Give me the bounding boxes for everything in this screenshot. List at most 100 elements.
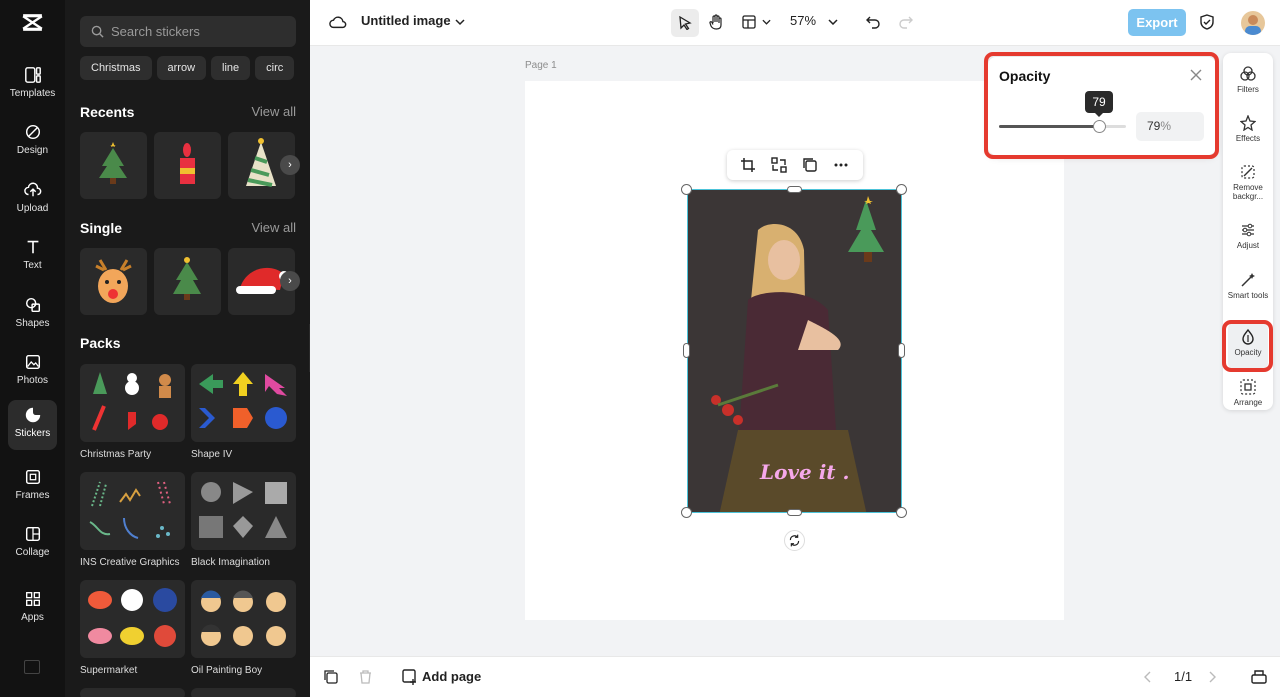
rail-item-stickers[interactable]: Stickers: [8, 400, 57, 450]
sticker-candle[interactable]: [154, 132, 221, 199]
search-icon: [91, 25, 104, 38]
keyboard-icon[interactable]: [24, 660, 40, 674]
pack-more[interactable]: [80, 688, 185, 697]
filters-icon: [1240, 66, 1256, 81]
resize-handle[interactable]: [787, 509, 802, 516]
hand-tool-icon[interactable]: [709, 14, 724, 30]
rail-item-collage[interactable]: Collage: [8, 519, 57, 569]
highlight-opacity-panel: [984, 52, 1219, 159]
pack-ins-creative-graphics[interactable]: [80, 472, 185, 550]
smart-tools-icon: [1241, 273, 1255, 287]
resize-handle[interactable]: [681, 184, 692, 195]
pack-label: INS Creative Graphics: [80, 557, 180, 568]
layers-icon[interactable]: [1251, 669, 1267, 684]
pack-christmas-party[interactable]: [80, 364, 185, 442]
resize-handle[interactable]: [896, 507, 907, 518]
more-options-icon[interactable]: [833, 157, 849, 173]
capcut-logo-icon[interactable]: [20, 10, 45, 35]
remove-background-icon: [1241, 165, 1255, 179]
pack-supermarket[interactable]: [80, 580, 185, 658]
pack-more[interactable]: [191, 688, 296, 697]
shield-icon[interactable]: [1200, 14, 1214, 30]
add-page-icon[interactable]: [402, 669, 418, 685]
rp-label: Smart tools: [1227, 291, 1269, 300]
pointer-icon: [679, 16, 692, 30]
rail-item-photos[interactable]: Photos: [8, 347, 57, 397]
upload-icon: [23, 182, 41, 197]
chevron-right-icon[interactable]: [1208, 671, 1216, 683]
selection-box[interactable]: [687, 189, 902, 513]
arrange-icon: [1240, 379, 1256, 395]
recents-next-button[interactable]: ›: [280, 155, 300, 175]
adjust-icon: [1242, 223, 1254, 237]
export-button[interactable]: Export: [1128, 9, 1186, 36]
rail-label: Apps: [21, 612, 44, 623]
avatar[interactable]: [1241, 11, 1265, 35]
add-page-button[interactable]: Add page: [422, 669, 481, 684]
resize-handle[interactable]: [896, 184, 907, 195]
rail-item-upload[interactable]: Upload: [8, 175, 57, 225]
document-title[interactable]: Untitled image: [361, 13, 451, 28]
single-view-all[interactable]: View all: [251, 220, 296, 235]
select-tool-button[interactable]: [671, 9, 699, 37]
chip-arrow[interactable]: arrow: [156, 56, 207, 80]
rp-arrange[interactable]: Arrange: [1223, 379, 1273, 407]
rp-adjust[interactable]: Adjust: [1223, 222, 1273, 250]
sticker-christmas-tree[interactable]: [80, 132, 147, 199]
chevron-down-icon[interactable]: [455, 18, 465, 26]
design-icon: [25, 124, 40, 140]
replace-icon[interactable]: [771, 157, 787, 173]
recents-view-all[interactable]: View all: [251, 104, 296, 119]
rail-label: Upload: [16, 203, 49, 214]
single-next-button[interactable]: ›: [280, 271, 300, 291]
rail-label: Photos: [16, 375, 49, 386]
pack-label: Christmas Party: [80, 449, 152, 460]
chevron-down-icon[interactable]: [828, 19, 838, 25]
pack-black-imagination[interactable]: [191, 472, 296, 550]
rail-label: Stickers: [14, 428, 51, 439]
rail-label: Shapes: [15, 318, 50, 329]
rp-filters[interactable]: Filters: [1223, 66, 1273, 94]
resize-handle[interactable]: [787, 186, 802, 193]
effects-icon: [1240, 115, 1256, 131]
tag-chips: Christmas arrow line circ: [80, 56, 310, 80]
rail-item-design[interactable]: Design: [8, 117, 57, 167]
chevron-down-icon[interactable]: [762, 19, 771, 25]
rail-label: Design: [16, 145, 49, 156]
sticker-small-tree[interactable]: [154, 248, 221, 315]
photos-icon: [25, 354, 40, 370]
cloud-icon[interactable]: [329, 14, 347, 30]
rp-remove-background[interactable]: Remove backgr...: [1223, 164, 1273, 201]
pack-oil-painting-boy[interactable]: [191, 580, 296, 658]
text-icon: [27, 240, 38, 254]
undo-icon[interactable]: [866, 15, 880, 29]
rail-item-templates[interactable]: Templates: [8, 60, 57, 110]
resize-handle[interactable]: [898, 343, 905, 358]
rail-item-text[interactable]: Text: [8, 232, 57, 282]
resize-handle[interactable]: [683, 343, 690, 358]
rp-effects[interactable]: Effects: [1223, 115, 1273, 143]
chip-line[interactable]: line: [211, 56, 251, 80]
rp-smart-tools[interactable]: Smart tools: [1223, 272, 1273, 300]
pack-shape-iv[interactable]: [191, 364, 296, 442]
resize-handle[interactable]: [681, 507, 692, 518]
pack-label: Oil Painting Boy: [191, 665, 263, 676]
chip-circle[interactable]: circ: [255, 56, 295, 80]
rotate-handle[interactable]: [784, 530, 805, 551]
duplicate-page-icon[interactable]: [324, 670, 338, 684]
trash-icon[interactable]: [359, 670, 372, 684]
bottom-bar: Add page 1/1: [310, 656, 1280, 697]
redo-icon[interactable]: [899, 15, 913, 29]
rail-item-shapes[interactable]: Shapes: [8, 290, 57, 340]
chip-christmas[interactable]: Christmas: [80, 56, 152, 80]
rail-item-frames[interactable]: Frames: [8, 462, 57, 512]
rail-item-apps[interactable]: Apps: [8, 584, 57, 634]
sticker-reindeer[interactable]: [80, 248, 147, 315]
crop-icon[interactable]: [740, 157, 756, 173]
zoom-level[interactable]: 57%: [790, 13, 816, 28]
chevron-left-icon[interactable]: [1144, 671, 1152, 683]
duplicate-icon[interactable]: [802, 157, 818, 173]
rail-label: Text: [23, 260, 42, 271]
layout-icon[interactable]: [742, 15, 756, 29]
search-input[interactable]: Search stickers: [80, 16, 296, 47]
